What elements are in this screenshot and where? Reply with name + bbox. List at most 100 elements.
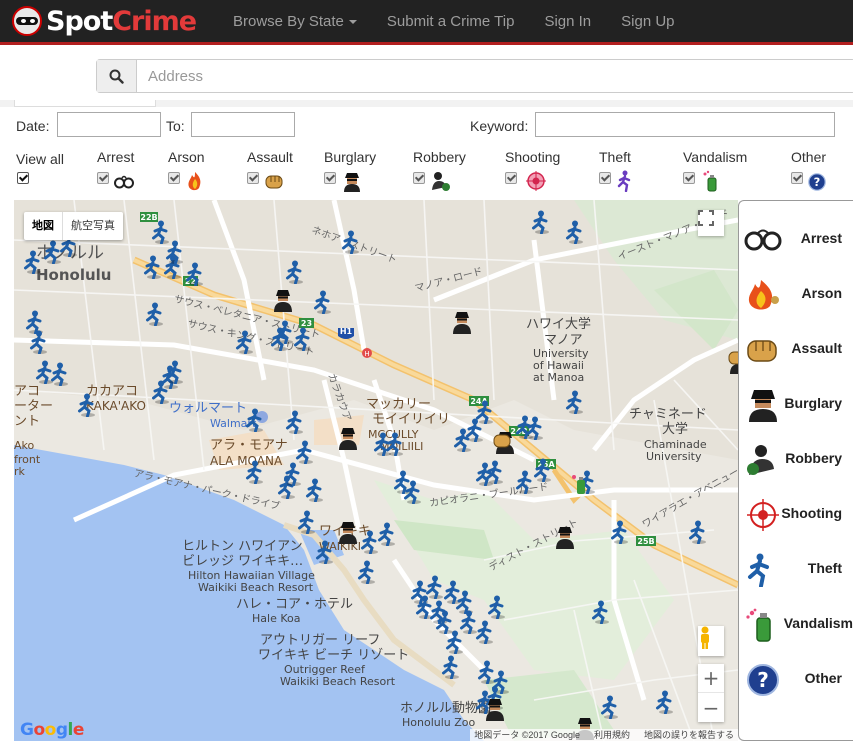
burglary-marker[interactable] — [554, 525, 576, 549]
top-navbar: SpotCrime Browse By State Submit a Crime… — [0, 0, 853, 45]
filter-label-view-all: View all — [16, 151, 64, 167]
zoom-in-button[interactable]: + — [698, 664, 724, 693]
zoom-out-button[interactable]: − — [698, 693, 724, 722]
legend-vandalism-label: Vandalism — [783, 615, 853, 631]
map-type-satellite[interactable]: 航空写真 — [63, 212, 123, 240]
checkbox-theft[interactable] — [599, 172, 611, 184]
google-letter-e: e — [72, 720, 85, 740]
theft-marker[interactable] — [28, 330, 50, 354]
svg-text:?: ? — [814, 175, 821, 189]
date-from-input[interactable] — [57, 112, 161, 137]
theft-marker[interactable] — [164, 360, 186, 384]
spray-can-icon — [703, 170, 717, 192]
theft-marker[interactable] — [184, 262, 206, 286]
theft-marker[interactable] — [22, 250, 44, 274]
theft-marker[interactable] — [452, 428, 474, 452]
theft-marker[interactable] — [654, 690, 676, 714]
theft-marker[interactable] — [376, 522, 398, 546]
theft-marker[interactable] — [564, 390, 586, 414]
theft-marker[interactable] — [609, 520, 631, 544]
theft-marker[interactable] — [474, 620, 496, 644]
burglary-marker[interactable] — [337, 520, 359, 544]
theft-marker[interactable] — [294, 440, 316, 464]
pegman-icon — [701, 626, 709, 649]
theft-marker[interactable] — [384, 432, 406, 456]
svg-text:H: H — [364, 350, 369, 358]
theft-marker[interactable] — [687, 520, 709, 544]
search-button[interactable] — [97, 60, 137, 92]
nav-submit-tip[interactable]: Submit a Crime Tip — [387, 13, 515, 30]
street-view-pegman[interactable] — [698, 626, 724, 656]
burglary-marker[interactable] — [337, 426, 359, 450]
keyword-input[interactable] — [535, 112, 835, 137]
theft-marker[interactable] — [234, 330, 256, 354]
burglary-marker[interactable] — [272, 288, 294, 312]
theft-marker[interactable] — [514, 415, 536, 439]
checkbox-arson[interactable] — [168, 172, 180, 184]
terms-link[interactable]: 利用規約 — [594, 729, 630, 741]
theft-marker[interactable] — [244, 408, 266, 432]
checkbox-robbery[interactable] — [413, 172, 425, 184]
theft-marker[interactable] — [440, 655, 462, 679]
theft-marker[interactable] — [284, 260, 306, 284]
theft-marker[interactable] — [244, 460, 266, 484]
assault-marker[interactable] — [726, 345, 738, 369]
theft-marker[interactable] — [314, 540, 336, 564]
address-input[interactable] — [137, 60, 853, 92]
theft-marker[interactable] — [486, 595, 508, 619]
burglary-marker[interactable] — [451, 310, 473, 334]
checkbox-assault[interactable] — [247, 172, 259, 184]
theft-marker[interactable] — [284, 410, 306, 434]
label-hilton-resort: Waikiki Beach Resort — [198, 581, 314, 594]
theft-marker[interactable] — [296, 510, 318, 534]
google-logo[interactable]: Google — [20, 720, 84, 740]
caret-down-icon — [348, 19, 357, 24]
theft-marker[interactable] — [49, 362, 71, 386]
theft-marker[interactable] — [356, 560, 378, 584]
svg-text:25B: 25B — [637, 537, 654, 546]
theft-marker[interactable] — [599, 695, 621, 719]
theft-marker[interactable] — [304, 478, 326, 502]
theft-marker[interactable] — [142, 255, 164, 279]
theft-marker[interactable] — [340, 230, 362, 254]
theft-marker[interactable] — [292, 327, 314, 351]
burglary-marker[interactable] — [484, 697, 506, 721]
nav-sign-in[interactable]: Sign In — [544, 13, 591, 30]
checkbox-burglary[interactable] — [324, 172, 336, 184]
nav-sign-up[interactable]: Sign Up — [621, 13, 674, 30]
theft-marker[interactable] — [474, 462, 496, 486]
checkbox-other[interactable] — [791, 172, 803, 184]
theft-marker[interactable] — [532, 458, 554, 482]
label-uh-3: at Manoa — [533, 371, 585, 384]
report-error-link[interactable]: 地図の誤りを報告する — [644, 729, 734, 741]
theft-marker[interactable] — [164, 240, 186, 264]
fullscreen-button[interactable] — [698, 210, 724, 236]
theft-marker[interactable] — [269, 327, 291, 351]
theft-marker[interactable] — [564, 220, 586, 244]
checkbox-view-all[interactable] — [17, 172, 29, 184]
theft-marker[interactable] — [76, 393, 98, 417]
handcuffs-icon — [114, 175, 134, 189]
checkbox-vandalism[interactable] — [683, 172, 695, 184]
legend-theft-label: Theft — [807, 560, 842, 576]
theft-marker[interactable] — [530, 210, 552, 234]
label-edge-2: ーター — [14, 399, 54, 414]
theft-marker[interactable] — [144, 302, 166, 326]
vandalism-marker[interactable] — [569, 472, 591, 496]
theft-marker[interactable] — [590, 600, 612, 624]
nav-browse-by-state[interactable]: Browse By State — [233, 13, 357, 30]
checkbox-arrest[interactable] — [97, 172, 109, 184]
date-to-input[interactable] — [191, 112, 295, 137]
keyword-label: Keyword: — [470, 118, 529, 134]
map-type-map[interactable]: 地図 — [24, 212, 63, 240]
theft-marker[interactable] — [402, 480, 424, 504]
crime-map[interactable]: 22B 22 23 24A 24B 25A 25B H1 H ホノルル Hono… — [14, 200, 738, 741]
theft-marker[interactable] — [312, 290, 334, 314]
checkbox-shooting[interactable] — [505, 172, 517, 184]
theft-marker[interactable] — [474, 400, 496, 424]
assault-marker[interactable] — [491, 428, 513, 452]
label-halekoa-jp: ハレ・コア・ホテル — [236, 597, 354, 612]
spotcrime-logo[interactable]: SpotCrime — [12, 6, 212, 37]
theft-marker[interactable] — [282, 462, 304, 486]
active-tab[interactable] — [14, 100, 156, 107]
